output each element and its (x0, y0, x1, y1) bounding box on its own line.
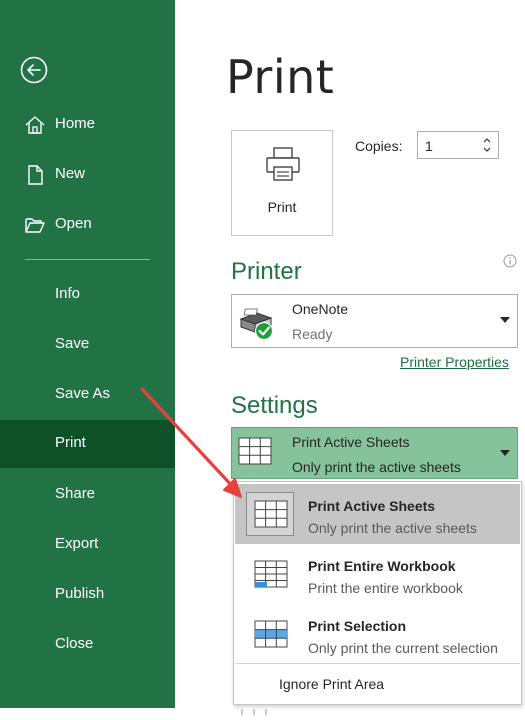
settings-selected-title: Print Active Sheets (292, 434, 410, 450)
option-title: Print Selection (308, 618, 407, 634)
sidebar-item-label: Export (55, 535, 99, 552)
active-sheets-icon (254, 500, 288, 528)
sidebar-item-label: Info (55, 285, 81, 302)
option-icon-frame (246, 552, 294, 596)
chevron-down-icon (500, 317, 510, 323)
spin-arrows-icon[interactable] (481, 134, 493, 156)
option-subtitle: Print the entire workbook (308, 580, 463, 596)
print-what-select[interactable]: Print Active Sheets Only print the activ… (231, 427, 518, 479)
info-icon[interactable] (503, 254, 517, 268)
printer-icon (264, 145, 302, 183)
settings-heading: Settings (231, 392, 318, 419)
settings-selected-subtitle: Only print the active sheets (292, 459, 461, 475)
option-print-entire-workbook[interactable]: Print Entire Workbook Print the entire w… (235, 544, 520, 604)
sidebar-item-label: Save (55, 335, 90, 352)
print-button[interactable]: Print (231, 130, 333, 236)
copies-spinner[interactable]: 1 (417, 131, 499, 159)
new-document-icon (24, 164, 46, 186)
sidebar-item-close[interactable]: Close (0, 621, 175, 667)
active-sheets-icon (238, 437, 272, 465)
option-icon-frame (246, 612, 294, 656)
sidebar-item-label: Home (55, 115, 96, 132)
selection-icon (254, 620, 288, 648)
sidebar-item-label: New (55, 165, 86, 182)
sidebar-item-save[interactable]: Save (0, 321, 175, 367)
printer-select[interactable]: OneNote Ready (231, 294, 518, 348)
copies-label: Copies: (355, 138, 403, 154)
page-title: Print (226, 50, 335, 104)
print-what-dropdown: Print Active Sheets Only print the activ… (233, 481, 522, 705)
sidebar-divider (25, 259, 150, 260)
sidebar-item-label: Publish (55, 585, 105, 602)
ignore-print-area-toggle[interactable]: Ignore Print Area (279, 676, 384, 692)
sidebar-item-new[interactable]: New (0, 151, 175, 197)
sidebar-item-label: Save As (55, 385, 111, 402)
entire-workbook-icon (254, 560, 288, 588)
printer-ready-icon (237, 305, 277, 341)
sidebar-item-info[interactable]: Info (0, 271, 175, 317)
sidebar-item-save-as[interactable]: Save As (0, 371, 175, 417)
option-icon-frame (246, 492, 294, 536)
sidebar-item-label: Print (55, 434, 86, 451)
sidebar-item-print[interactable]: Print (0, 420, 175, 468)
back-arrow-icon[interactable] (20, 56, 48, 84)
sidebar-item-label: Open (55, 215, 92, 232)
sidebar-item-label: Share (55, 485, 96, 502)
chevron-down-icon (500, 450, 510, 456)
copies-value[interactable]: 1 (425, 138, 433, 154)
home-icon (24, 114, 46, 136)
printer-name: OneNote (292, 301, 349, 317)
sidebar-item-publish[interactable]: Publish (0, 571, 175, 617)
sidebar-item-home[interactable]: Home (0, 101, 175, 147)
printer-properties-link[interactable]: Printer Properties (400, 354, 509, 370)
option-subtitle: Only print the active sheets (308, 520, 477, 536)
print-button-label: Print (267, 199, 297, 215)
option-subtitle: Only print the current selection (308, 640, 498, 656)
option-print-selection[interactable]: Print Selection Only print the current s… (235, 604, 520, 664)
option-title: Print Active Sheets (308, 498, 436, 514)
sidebar-item-open[interactable]: Open (0, 201, 175, 247)
printer-status: Ready (292, 326, 333, 342)
dropdown-divider (235, 663, 520, 664)
sidebar-item-label: Close (55, 635, 94, 652)
backstage-sidebar: Home New Open Info Save Save As Print Sh… (0, 0, 175, 708)
option-print-active-sheets[interactable]: Print Active Sheets Only print the activ… (235, 484, 520, 544)
option-title: Print Entire Workbook (308, 558, 456, 574)
sidebar-item-share[interactable]: Share (0, 471, 175, 517)
folder-open-icon (24, 214, 46, 236)
margins-icon (240, 702, 270, 715)
sidebar-item-export[interactable]: Export (0, 521, 175, 567)
printer-heading: Printer (231, 258, 302, 285)
